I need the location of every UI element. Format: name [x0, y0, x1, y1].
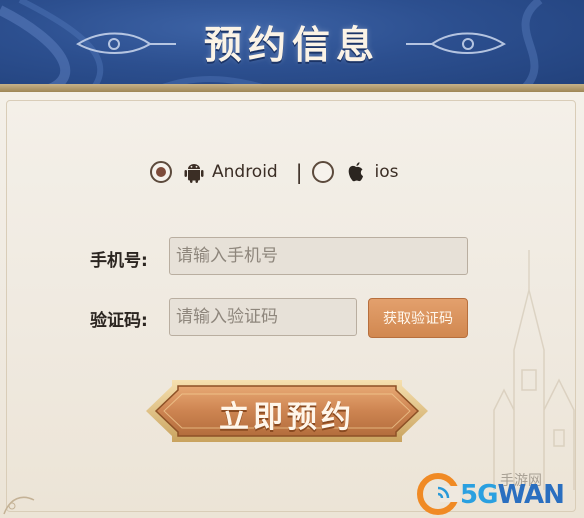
os-selector: Android | ios — [150, 158, 398, 186]
header-divider — [0, 84, 584, 92]
site-watermark: 5GWAN — [414, 470, 584, 518]
watermark-brand-prefix: 5G — [460, 480, 498, 510]
phone-input[interactable] — [169, 237, 468, 275]
android-icon — [184, 164, 204, 183]
watermark-brand-suffix: WAN — [497, 480, 564, 510]
header-banner: 预约信息 — [0, 0, 584, 92]
os-separator: | — [295, 160, 303, 184]
android-radio[interactable] — [150, 161, 172, 183]
ios-radio[interactable] — [312, 161, 335, 183]
code-label: 验证码: — [90, 311, 148, 331]
android-label: Android — [212, 162, 278, 182]
ios-label: ios — [374, 162, 399, 182]
corner-ornament — [3, 496, 35, 515]
apple-icon — [349, 162, 364, 182]
phone-label: 手机号: — [90, 251, 148, 271]
verification-code-input[interactable] — [169, 298, 357, 336]
reserve-now-label: 立即预约 — [219, 400, 355, 435]
get-code-button[interactable]: 获取验证码 — [368, 298, 468, 338]
page-title: 预约信息 — [203, 22, 380, 67]
watermark-logo-icon — [417, 473, 460, 515]
reserve-now-button[interactable]: 立即预约 — [142, 374, 432, 448]
castle-illustration — [493, 250, 575, 490]
